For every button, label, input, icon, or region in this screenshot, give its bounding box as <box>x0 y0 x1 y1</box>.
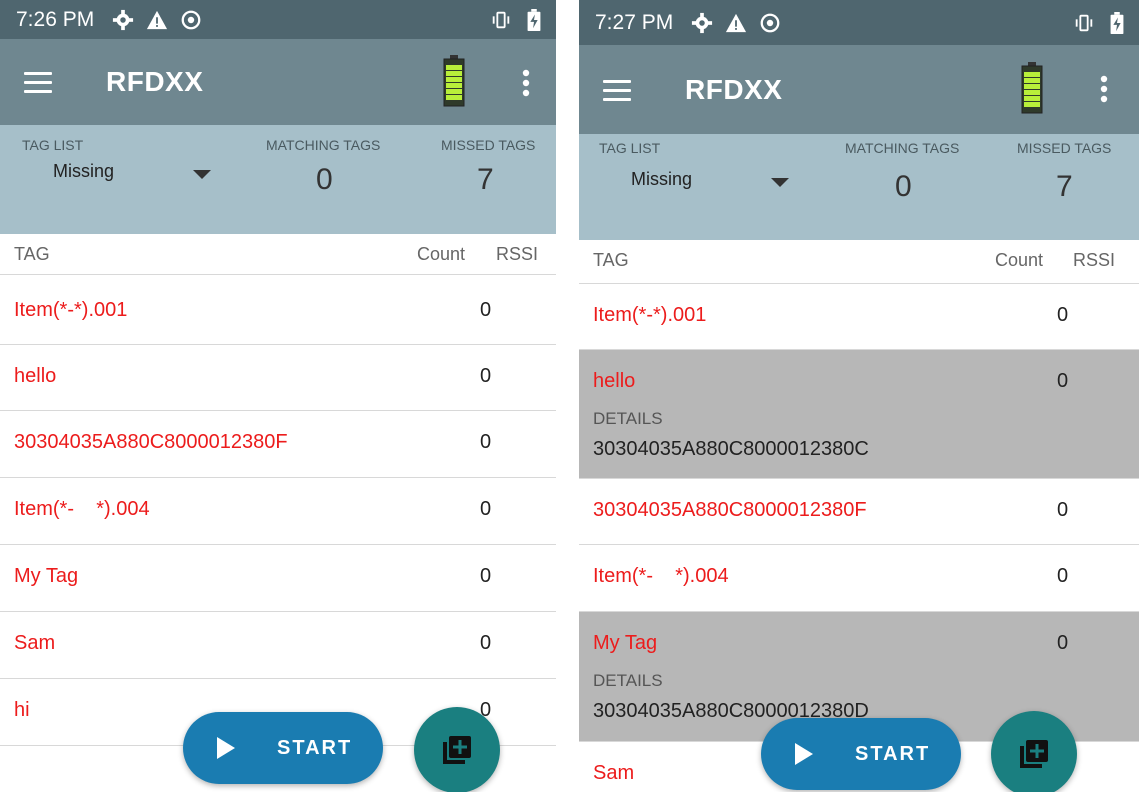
overflow-menu-icon[interactable] <box>522 69 530 97</box>
missed-tags-label: MISSED TAGS <box>441 137 536 153</box>
column-rssi: RSSI <box>1073 250 1116 270</box>
vibrate-icon <box>1075 14 1093 31</box>
battery-charging-icon <box>527 8 541 31</box>
start-button[interactable]: START <box>183 712 383 784</box>
tag-count: 0 <box>480 431 492 453</box>
summary-panel: TAG LIST Missing MATCHING TAGS 0 MISSED … <box>579 134 1139 240</box>
matching-tags-label: MATCHING TAGS <box>845 140 960 156</box>
add-to-list-icon <box>1020 740 1048 768</box>
missed-tags-value: 7 <box>1056 170 1073 203</box>
app-toolbar: RFDXX <box>579 45 1139 134</box>
tag-count: 0 <box>480 632 492 654</box>
warning-icon <box>726 13 747 32</box>
app-toolbar: RFDXX <box>0 39 556 125</box>
tag-row[interactable]: Item(*- *).004 0 <box>579 545 1139 612</box>
tag-name: My Tag <box>14 565 79 587</box>
table-header: TAG Count RSSI <box>579 240 1139 284</box>
tag-count: 0 <box>480 365 492 387</box>
tag-list-value[interactable]: Missing <box>53 161 114 182</box>
settings-icon <box>692 12 713 33</box>
tag-list-label: TAG LIST <box>22 137 84 153</box>
app-title: RFDXX <box>106 66 204 97</box>
tag-name: Item(*-*).001 <box>593 304 707 326</box>
add-to-list-button[interactable] <box>414 707 500 792</box>
menu-icon[interactable] <box>603 78 635 102</box>
matching-tags-value: 0 <box>895 170 912 203</box>
reader-battery-icon[interactable] <box>443 55 465 107</box>
vibrate-icon <box>492 11 510 28</box>
tag-name: 30304035A880C8000012380F <box>14 431 288 453</box>
tag-name: Item(*-*).001 <box>14 299 128 321</box>
tag-row[interactable]: Item(*-*).001 0 <box>579 284 1139 350</box>
start-button[interactable]: START <box>761 718 961 790</box>
tag-name: 30304035A880C8000012380F <box>593 499 867 521</box>
tag-count: 0 <box>1057 565 1069 587</box>
reader-battery-icon[interactable] <box>1021 59 1043 117</box>
sync-icon <box>760 13 780 32</box>
warning-icon <box>147 10 168 29</box>
tag-name: My Tag <box>593 632 658 654</box>
status-bar: 7:27 PM <box>579 0 1139 45</box>
table-header: TAG Count RSSI <box>0 234 556 275</box>
missed-tags-label: MISSED TAGS <box>1017 140 1112 156</box>
details-label: DETAILS <box>593 409 663 428</box>
tag-name: hello <box>14 365 57 387</box>
tag-row[interactable]: hello 0 <box>0 345 556 411</box>
tag-name: hi <box>14 699 30 721</box>
missed-tags-value: 7 <box>477 163 494 196</box>
column-tag: TAG <box>593 250 629 270</box>
tag-row[interactable]: Item(*- *).004 0 <box>0 478 556 545</box>
sync-icon <box>181 10 201 29</box>
start-label: START <box>855 742 931 765</box>
summary-panel: TAG LIST Missing MATCHING TAGS 0 MISSED … <box>0 125 556 234</box>
tag-name: hello <box>593 370 636 392</box>
tag-count: 0 <box>1057 304 1069 326</box>
tag-count: 0 <box>480 498 492 520</box>
overflow-menu-icon[interactable] <box>1100 75 1108 103</box>
column-tag: TAG <box>14 244 50 264</box>
tag-name: Sam <box>593 762 635 784</box>
tag-count: 0 <box>1057 632 1069 654</box>
matching-tags-value: 0 <box>316 163 333 196</box>
tag-row[interactable]: Item(*-*).001 0 <box>0 279 556 345</box>
battery-charging-icon <box>1110 11 1124 34</box>
tag-row-expanded[interactable]: hello 0 DETAILS 30304035A880C8000012380C <box>579 350 1139 479</box>
status-bar: 7:26 PM <box>0 0 556 39</box>
column-rssi: RSSI <box>496 244 539 264</box>
settings-icon <box>113 9 134 30</box>
chevron-down-icon[interactable] <box>193 170 211 179</box>
tag-row[interactable]: Sam 0 <box>0 612 556 679</box>
tag-row[interactable]: My Tag 0 <box>0 545 556 612</box>
column-count: Count <box>417 244 466 264</box>
matching-tags-label: MATCHING TAGS <box>266 137 381 153</box>
phone-screen-right: 7:27 PM RFDXX TAG LIST Missing MATCHING … <box>579 0 1139 792</box>
tag-list-value[interactable]: Missing <box>631 169 692 190</box>
status-time: 7:26 PM <box>16 7 95 31</box>
tag-count: 0 <box>1057 370 1069 392</box>
app-title: RFDXX <box>685 73 783 105</box>
play-icon <box>217 737 235 759</box>
column-count: Count <box>995 250 1044 270</box>
tag-name: Item(*- *).004 <box>593 565 729 587</box>
add-to-list-icon <box>443 736 471 764</box>
start-label: START <box>277 736 353 759</box>
add-to-list-button[interactable] <box>991 711 1077 792</box>
tag-count: 0 <box>480 565 492 587</box>
details-label: DETAILS <box>593 671 663 690</box>
tag-name: Item(*- *).004 <box>14 498 150 520</box>
status-time: 7:27 PM <box>595 10 674 34</box>
tag-count: 0 <box>480 299 492 321</box>
tag-row[interactable]: 30304035A880C8000012380F 0 <box>579 479 1139 545</box>
tag-list-label: TAG LIST <box>599 140 661 156</box>
play-icon <box>795 743 813 765</box>
tag-name: Sam <box>14 632 56 654</box>
tag-row[interactable]: 30304035A880C8000012380F 0 <box>0 411 556 478</box>
tag-count: 0 <box>1057 499 1069 521</box>
details-value: 30304035A880C8000012380C <box>593 438 869 460</box>
menu-icon[interactable] <box>24 70 56 94</box>
chevron-down-icon[interactable] <box>771 178 789 187</box>
phone-screen-left: 7:26 PM RFDXX TAG LIST Missing MATCHING … <box>0 0 556 792</box>
